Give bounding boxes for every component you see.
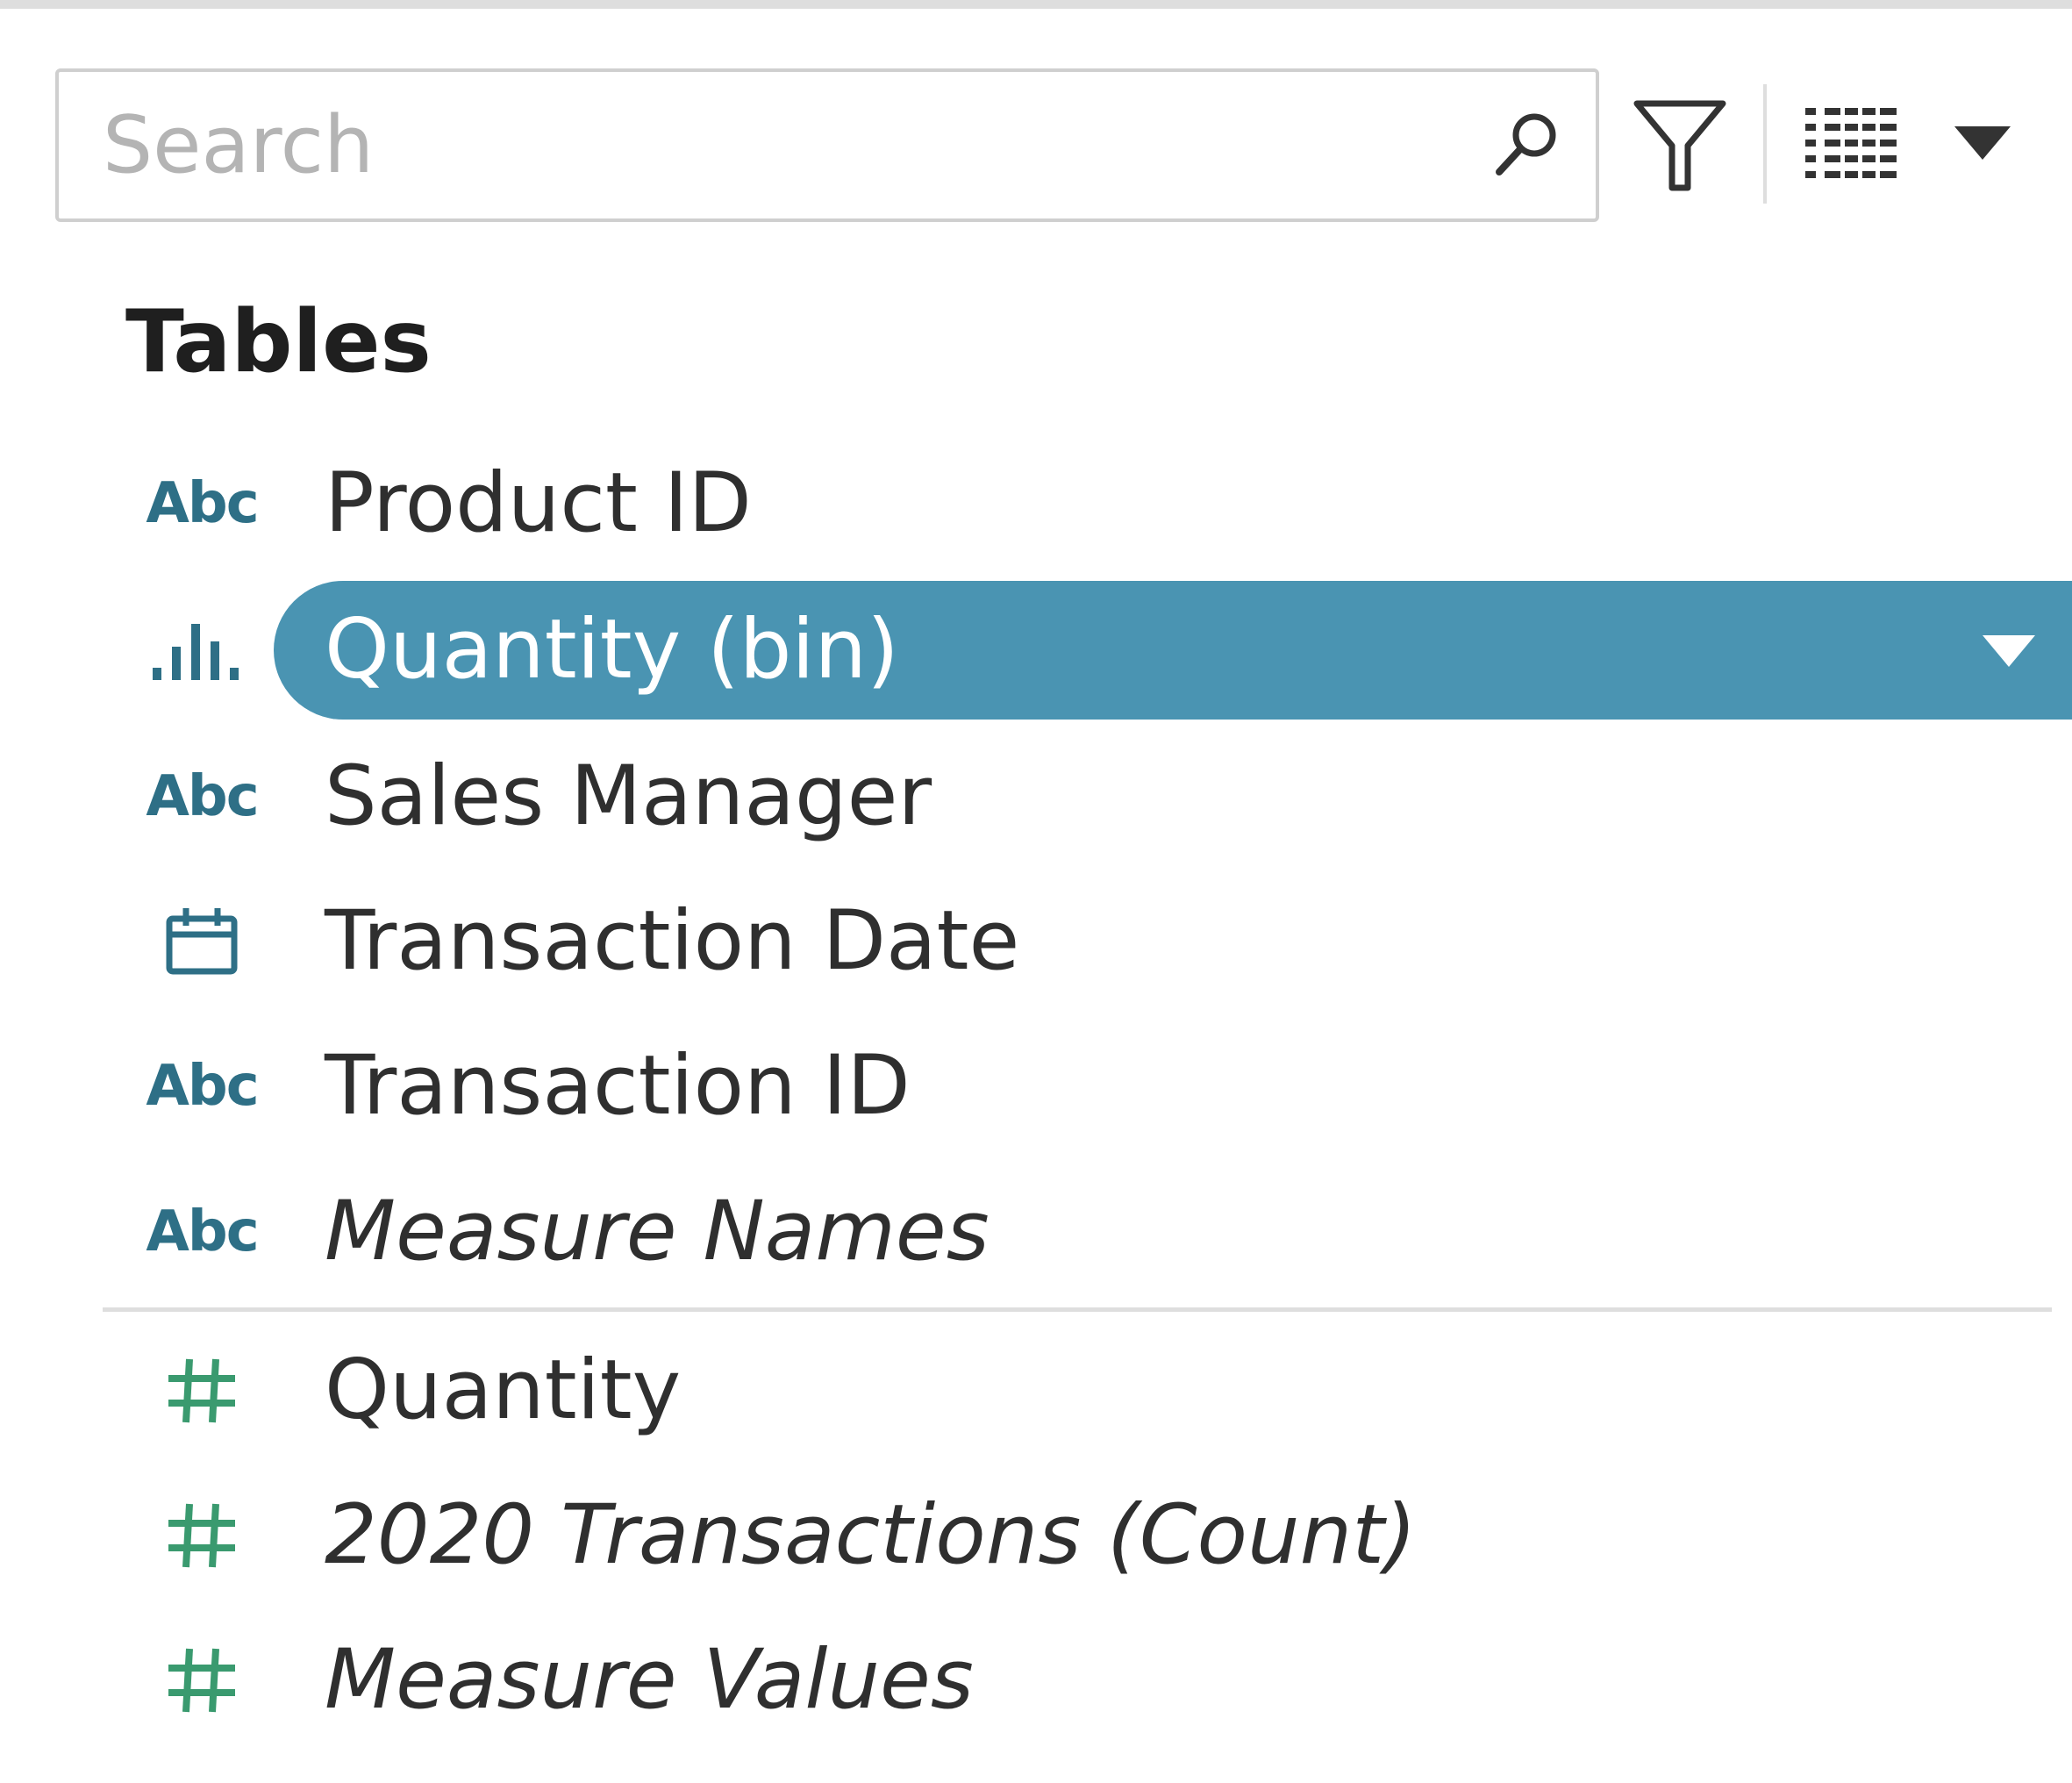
search-input[interactable] — [103, 72, 1471, 218]
field-label: Product ID — [325, 455, 752, 551]
number-type-icon — [132, 1619, 272, 1742]
selected-field-pill[interactable]: Quantity (bin) — [274, 581, 2072, 720]
string-type-icon: Abc — [146, 1199, 259, 1264]
string-type-icon: Abc — [146, 471, 259, 536]
field-label: Transaction Date — [325, 893, 1020, 989]
field-label: Measure Values — [325, 1632, 974, 1728]
field-row-transaction-id[interactable]: Abc Transaction ID — [0, 1025, 2072, 1148]
list-view-icon[interactable] — [1805, 108, 1897, 178]
pill-caret-down-icon[interactable] — [1983, 635, 2035, 669]
section-title: Tables — [125, 292, 432, 392]
number-type-icon — [132, 1474, 272, 1597]
top-border — [0, 0, 2072, 9]
field-row-sales-manager[interactable]: Abc Sales Manager — [0, 735, 2072, 858]
filter-icon[interactable] — [1632, 97, 1728, 193]
bin-type-icon — [132, 590, 272, 712]
field-row-quantity[interactable]: Quantity — [0, 1329, 2072, 1452]
string-type-icon: Abc — [146, 1054, 259, 1119]
field-row-2020-transactions-count[interactable]: 2020 Transactions (Count) — [0, 1474, 2072, 1597]
calendar-icon — [132, 880, 272, 1003]
caret-down-icon[interactable] — [1954, 126, 2011, 161]
field-label: Sales Manager — [325, 748, 932, 844]
toolbar-separator — [1763, 84, 1767, 204]
field-label: Measure Names — [325, 1184, 990, 1279]
field-row-measure-values[interactable]: Measure Values — [0, 1619, 2072, 1742]
field-row-product-id[interactable]: Abc Product ID — [0, 442, 2072, 565]
field-row-measure-names[interactable]: Abc Measure Names — [0, 1171, 2072, 1293]
search-icon[interactable] — [1487, 105, 1566, 184]
number-type-icon — [132, 1329, 272, 1452]
field-label: Transaction ID — [325, 1038, 911, 1134]
dimensions-measures-divider — [103, 1307, 2052, 1312]
field-label: 2020 Transactions (Count) — [325, 1487, 1417, 1583]
string-type-icon: Abc — [146, 764, 259, 829]
field-label: Quantity (bin) — [325, 602, 899, 698]
field-row-transaction-date[interactable]: Transaction Date — [0, 880, 2072, 1003]
field-label: Quantity — [325, 1343, 682, 1438]
search-box[interactable] — [55, 68, 1599, 222]
